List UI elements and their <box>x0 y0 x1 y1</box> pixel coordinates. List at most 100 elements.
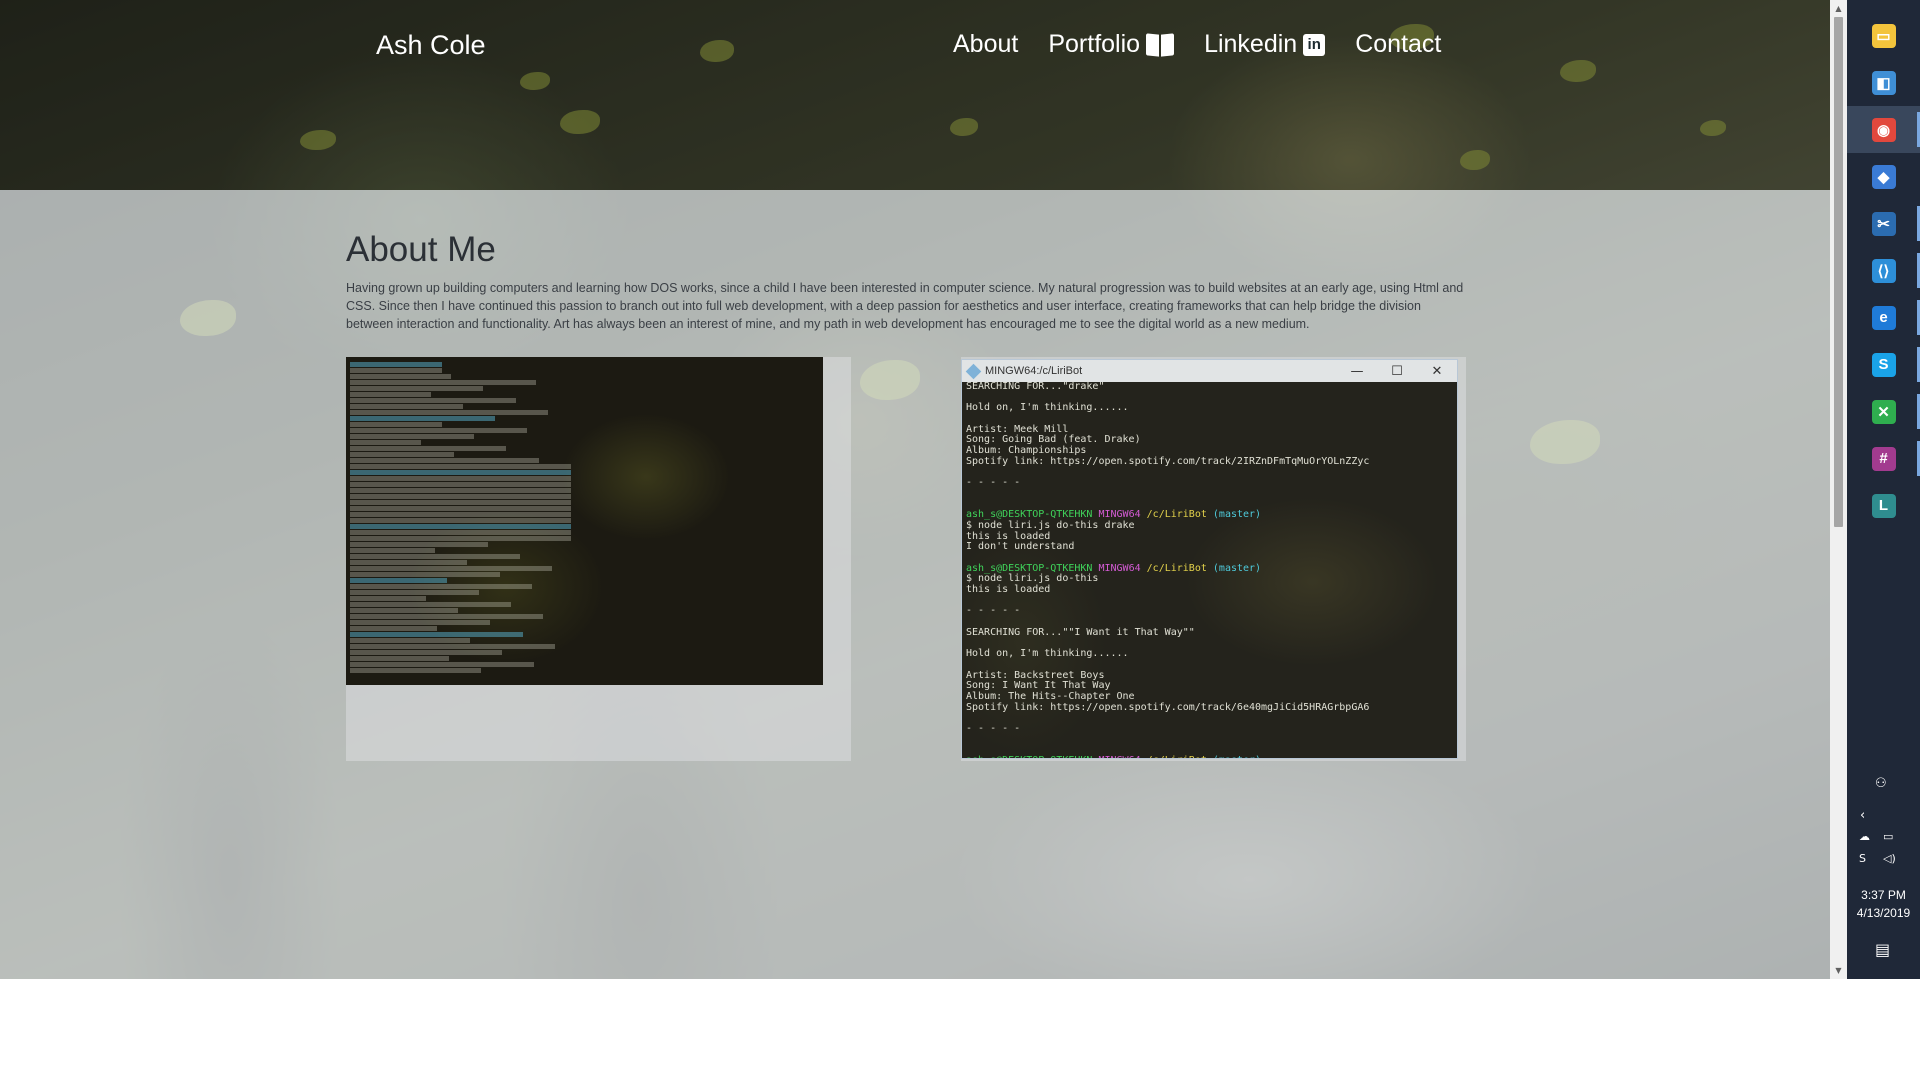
prompt-host: MINGW64 <box>1098 509 1141 521</box>
nav-about-label: About <box>953 30 1019 58</box>
terminal-line: - - - - - <box>966 605 1021 617</box>
thumbnail-line <box>350 488 571 493</box>
taskbar-app-vscode[interactable]: ⟨⟩ <box>1847 247 1920 294</box>
scroll-thumb[interactable] <box>1834 17 1843 527</box>
taskbar-app-league[interactable]: L <box>1847 482 1920 529</box>
windows-taskbar: ▭ ◧ ◉ ◆ ✂ ⟨⟩ e S ✕ # L ⚇ ‹ ☁ ▭ S ◁) 3:37 PM 4/13/2… <box>1847 0 1920 979</box>
terminal-line: - - - - - <box>966 477 1021 489</box>
thumbnail-line <box>350 572 500 577</box>
thumbnail-line <box>350 548 436 553</box>
nav-linkedin-label: Linkedin <box>1204 30 1298 58</box>
brand-link[interactable]: Ash Cole <box>376 30 486 61</box>
thumbnail-line <box>350 392 431 397</box>
nav-portfolio[interactable]: Portfolio <box>1048 30 1174 59</box>
skype-tray-icon[interactable]: S <box>1859 852 1866 865</box>
thumbnail-line <box>350 650 502 655</box>
thumbnail-line <box>350 362 442 367</box>
terminal-line: I don't understand <box>966 541 1075 553</box>
prompt-user: ash_s@DESKTOP-QTKEHKN <box>966 509 1093 521</box>
taskbar-app-skype[interactable]: S <box>1847 341 1920 388</box>
thumbnail-line <box>350 500 571 505</box>
scroll-down-arrow-icon[interactable]: ▼ <box>1830 962 1847 979</box>
onedrive-icon[interactable]: ☁ <box>1859 830 1870 843</box>
thumbnail-line <box>350 380 537 385</box>
browser-viewport: Ash Cole About Portfolio Linkedin in Con… <box>0 0 1830 979</box>
thumbnail-line <box>350 452 454 457</box>
league-icon: L <box>1871 493 1896 518</box>
terminal-line: - - - - - <box>966 723 1021 734</box>
clock-date[interactable]: 4/13/2019 <box>1847 906 1920 920</box>
nav-contact-label: Contact <box>1355 30 1442 58</box>
network-icon[interactable]: ▭ <box>1883 830 1893 843</box>
scroll-up-arrow-icon[interactable]: ▲ <box>1830 0 1847 17</box>
taskbar-app-edge[interactable]: e <box>1847 294 1920 341</box>
site-header: Ash Cole About Portfolio Linkedin in Con… <box>0 0 1830 190</box>
thumbnail-line <box>350 434 475 439</box>
terminal-line: ash_s@DESKTOP-QTKEHKN MINGW64 /c/LiriBot… <box>966 755 1455 758</box>
prompt-branch: (master) <box>1212 562 1262 574</box>
thumbnail-line <box>350 398 516 403</box>
people-icon[interactable]: ⚇ <box>1875 776 1887 791</box>
clock-time[interactable]: 3:37 PM <box>1847 888 1920 902</box>
terminal-line: Hold on, I'm thinking...... <box>966 648 1129 660</box>
thumbnail-line <box>350 602 511 607</box>
thumbnail-line <box>350 620 491 625</box>
thumbnail-line <box>350 626 438 631</box>
portfolio-card-liribot[interactable]: MINGW64:/c/LiriBot — ☐ ✕ SEARCHING FOR..… <box>961 357 1466 761</box>
chevron-left-icon[interactable]: ‹ <box>1860 808 1865 823</box>
prompt-branch: (master) <box>1213 755 1261 758</box>
thumbnail-line <box>350 656 449 661</box>
thumbnail-line <box>350 524 571 529</box>
file-explorer-icon: ▭ <box>1871 23 1896 48</box>
thumbnail-line <box>350 644 555 649</box>
thumbnail-line <box>350 422 442 427</box>
prompt-user: ash_s@DESKTOP-QTKEHKN <box>966 562 1093 574</box>
thumbnail-line <box>350 638 470 643</box>
remote-desktop-icon: ◧ <box>1871 70 1896 95</box>
terminal-screenshot-thumbnail <box>346 357 823 685</box>
notification-center-icon[interactable]: ▤ <box>1875 940 1890 959</box>
about-title: About Me <box>346 230 496 269</box>
thumbnail-line <box>350 386 484 391</box>
prompt-path: /c/LiriBot <box>1147 755 1207 758</box>
thumbnail-line <box>350 440 422 445</box>
thumbnail-line <box>350 584 532 589</box>
thumbnail-line <box>350 512 571 517</box>
thumbnail-line <box>350 416 495 421</box>
thumbnail-line <box>350 404 463 409</box>
taskbar-app-xbox[interactable]: ✕ <box>1847 388 1920 435</box>
thumbnail-line <box>350 518 571 523</box>
terminal-line: Hold on, I'm thinking...... <box>966 402 1129 414</box>
thumbnail-line <box>350 464 571 469</box>
nav-about[interactable]: About <box>953 30 1018 59</box>
taskbar-app-chrome[interactable]: ◉ <box>1847 106 1920 153</box>
taskbar-app-file-explorer[interactable]: ▭ <box>1847 12 1920 59</box>
vscode-icon: ⟨⟩ <box>1871 258 1896 283</box>
volume-icon[interactable]: ◁) <box>1883 852 1896 865</box>
chrome-icon: ◉ <box>1871 117 1896 142</box>
thumbnail-line <box>350 596 426 601</box>
thumbnail-line <box>350 662 534 667</box>
taskbar-app-sourcetree[interactable]: ◆ <box>1847 153 1920 200</box>
taskbar-app-snipping-tool[interactable]: ✂ <box>1847 200 1920 247</box>
prompt-host: MINGW64 <box>1098 562 1141 574</box>
nav-linkedin[interactable]: Linkedin in <box>1204 30 1326 59</box>
minimize-icon: — <box>1350 363 1364 379</box>
main-nav: About Portfolio Linkedin in Contact <box>953 30 1471 59</box>
sourcetree-icon: ◆ <box>1871 164 1896 189</box>
taskbar-app-slack[interactable]: # <box>1847 435 1920 482</box>
nav-contact[interactable]: Contact <box>1355 30 1441 59</box>
taskbar-app-remote-desktop[interactable]: ◧ <box>1847 59 1920 106</box>
thumbnail-line <box>350 608 459 613</box>
terminal-line: Spotify link: https://open.spotify.com/t… <box>966 455 1370 467</box>
browser-scrollbar[interactable]: ▲ ▼ <box>1830 0 1847 979</box>
mingw-icon <box>965 363 982 379</box>
portfolio-card-bamazon[interactable] <box>346 357 851 761</box>
book-icon <box>1146 34 1174 56</box>
thumbnail-line <box>350 632 523 637</box>
nav-portfolio-label: Portfolio <box>1048 30 1141 58</box>
